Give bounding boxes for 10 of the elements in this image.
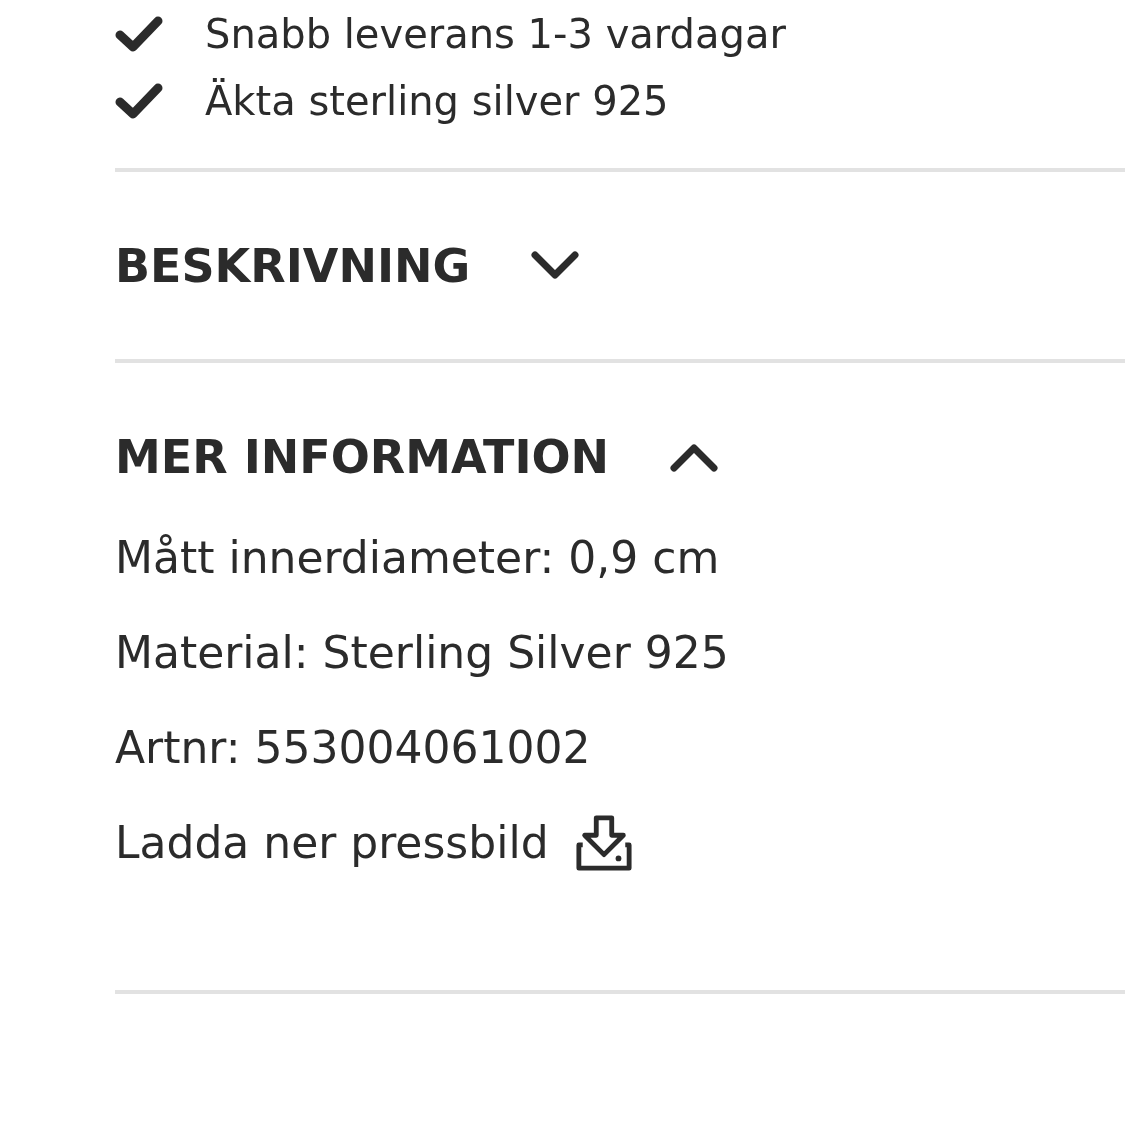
info-text: Material: Sterling Silver 925 xyxy=(115,626,730,680)
usp-text: Snabb leverans 1-3 vardagar xyxy=(205,10,786,57)
download-link[interactable]: Ladda ner pressbild xyxy=(115,795,635,890)
usp-text: Äkta sterling silver 925 xyxy=(205,77,669,124)
checkmark-icon xyxy=(115,81,163,120)
accordion-header[interactable]: BESKRIVNING xyxy=(115,172,581,359)
info-text: Artnr: 553004061002 xyxy=(115,721,592,775)
checkmark-icon xyxy=(115,14,163,53)
info-text: Mått innerdiameter: 0,9 cm xyxy=(115,531,721,585)
chevron-down-icon xyxy=(530,249,581,282)
